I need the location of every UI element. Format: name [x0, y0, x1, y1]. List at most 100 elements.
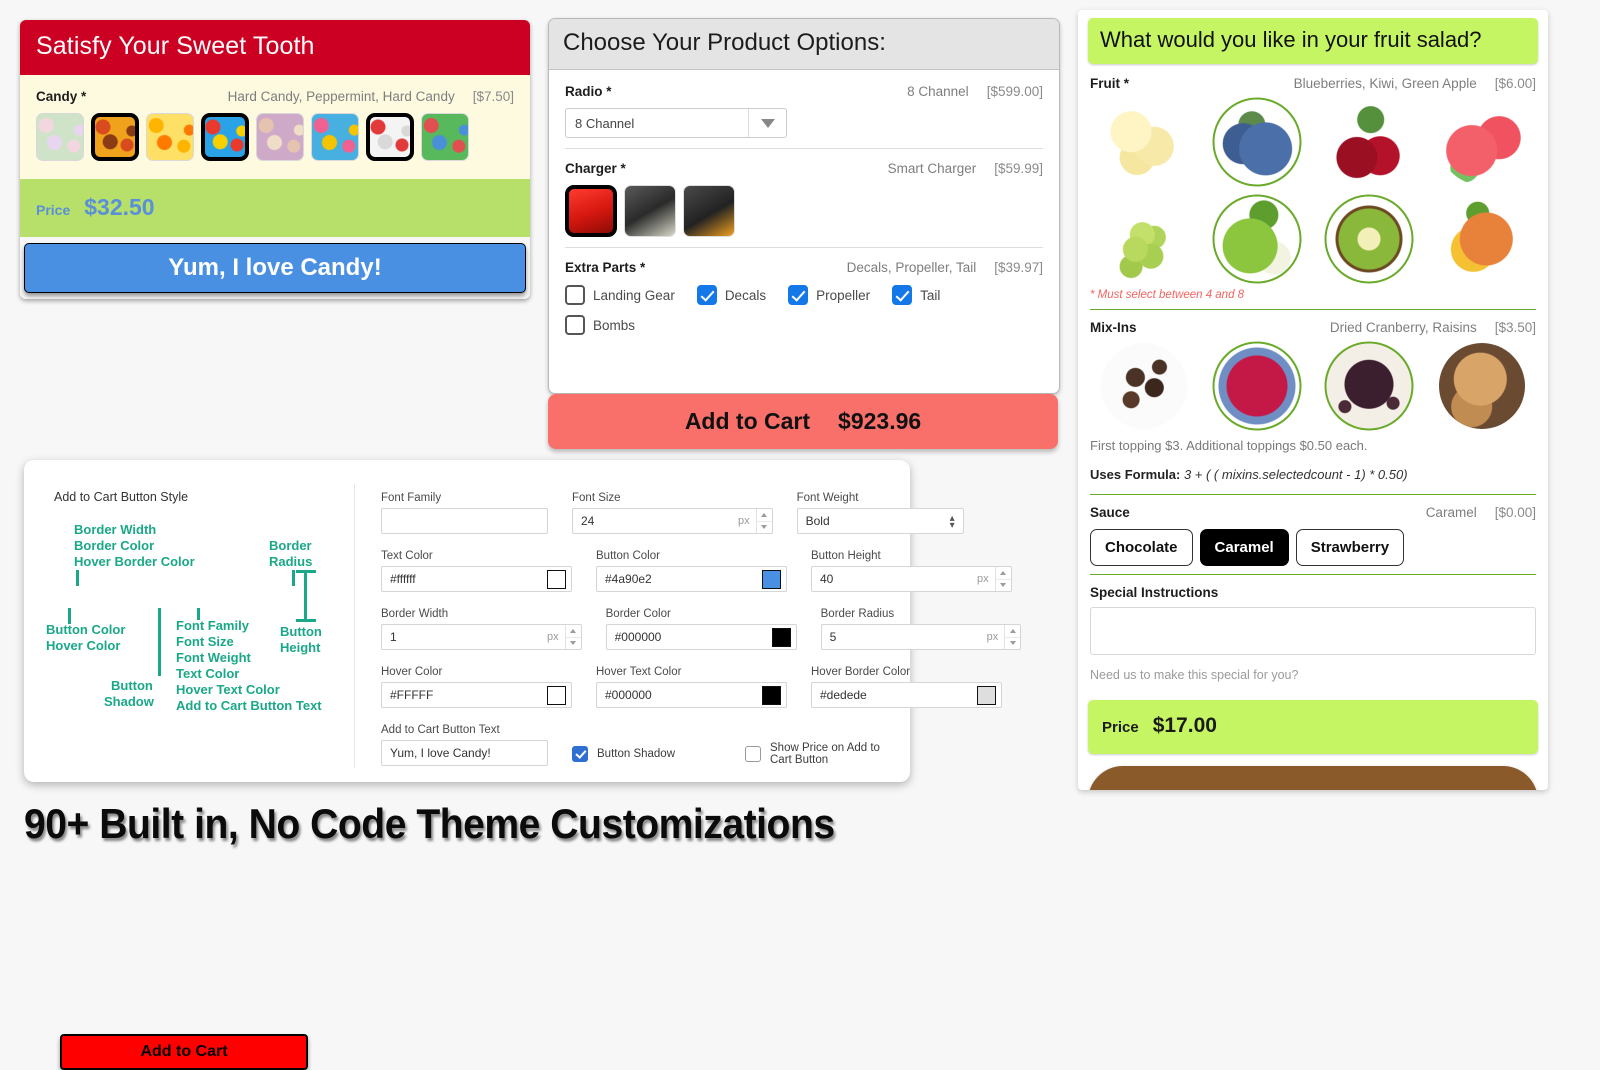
- fruit-selection: Blueberries, Kiwi, Green Apple: [1293, 76, 1477, 91]
- mixin-option-almonds[interactable]: [1428, 339, 1537, 432]
- extra-part-landing-gear[interactable]: Landing Gear: [565, 285, 697, 305]
- charger-swatch-grey-box-charger[interactable]: [683, 185, 735, 237]
- candy-add-to-cart-button[interactable]: Yum, I love Candy!: [24, 243, 526, 293]
- tick-radius: [292, 570, 295, 586]
- candy-product-panel: Satisfy Your Sweet Tooth Candy * Hard Ca…: [20, 20, 530, 299]
- fruit-option-cherries[interactable]: [1315, 95, 1424, 188]
- checkbox-icon[interactable]: [565, 285, 585, 305]
- button-height-stepper[interactable]: [994, 567, 1011, 591]
- charger-swatch-red-smart-charger[interactable]: [565, 185, 617, 237]
- extra-parts-checkbox-row-1: Landing Gear Decals Propeller Tail: [565, 285, 1043, 305]
- mixins-image-grid: [1090, 339, 1536, 432]
- hover-border-color-swatch[interactable]: [977, 685, 996, 705]
- show-price-toggle[interactable]: Show Price on Add to Cart Button: [745, 741, 894, 766]
- hover-border-color-field: Hover Border Color: [811, 666, 1002, 708]
- candy-swatch-sour-straws-candy[interactable]: [421, 113, 469, 161]
- radio-price: [$599.00]: [986, 84, 1043, 99]
- candy-swatch-soft-gummy-candy[interactable]: [256, 113, 304, 161]
- checkbox-icon[interactable]: [892, 285, 913, 305]
- fruit-option-green-apple[interactable]: [1203, 192, 1312, 285]
- hover-color-swatch[interactable]: [547, 685, 566, 705]
- candy-swatch-peppermint-candy-canes[interactable]: [366, 113, 414, 161]
- sauce-button-chocolate[interactable]: Chocolate: [1090, 529, 1193, 566]
- fruit-option-banana-slices[interactable]: [1090, 95, 1199, 188]
- border-color-input[interactable]: [606, 629, 772, 645]
- sauce-button-strawberry[interactable]: Strawberry: [1295, 529, 1405, 566]
- candy-swatch-mixed-small-candy[interactable]: [311, 113, 359, 161]
- product-add-to-cart-button[interactable]: Add to Cart $923.96: [548, 394, 1058, 449]
- border-radius-input[interactable]: [821, 629, 987, 645]
- sauce-button-caramel[interactable]: Caramel: [1199, 529, 1289, 566]
- hover-border-color-label: Hover Border Color: [811, 666, 911, 678]
- extra-part-decals[interactable]: Decals: [696, 285, 788, 305]
- border-radius-stepper[interactable]: [1004, 625, 1021, 649]
- annotation-button-color: Button Color: [46, 622, 126, 637]
- button-shadow-toggle[interactable]: Button Shadow: [572, 741, 721, 766]
- text-color-input[interactable]: [382, 571, 547, 587]
- fruit-option-green-grapes[interactable]: [1090, 192, 1199, 285]
- candy-swatch-candy-corn[interactable]: [146, 113, 194, 161]
- fruit-option-watermelon[interactable]: [1428, 95, 1537, 188]
- fruit-price-label: Price: [1102, 719, 1139, 736]
- radio-select[interactable]: 8 Channel: [565, 108, 787, 138]
- button-style-editor-panel: Add to Cart Button Style Border Width Bo…: [24, 460, 1022, 1070]
- show-price-checkbox[interactable]: [745, 745, 761, 762]
- font-size-label: Font Size: [572, 492, 621, 504]
- font-family-input[interactable]: [382, 513, 547, 529]
- candy-panel-body: Candy * Hard Candy, Peppermint, Hard Can…: [20, 75, 530, 179]
- extra-part-label: Bombs: [593, 317, 636, 333]
- button-color-label: Button Color: [596, 550, 660, 562]
- candy-swatch-assorted-wrapped-candy[interactable]: [91, 113, 139, 161]
- candy-swatch-list: [36, 113, 514, 161]
- candy-option-label: Candy *: [36, 89, 87, 104]
- checkbox-icon[interactable]: [565, 315, 585, 335]
- font-size-unit: px: [738, 515, 750, 527]
- mixin-option-dried-cranberry[interactable]: [1203, 339, 1312, 432]
- fruit-option-mango[interactable]: [1428, 192, 1537, 285]
- font-size-stepper[interactable]: [755, 509, 772, 533]
- font-size-input[interactable]: [573, 513, 738, 529]
- hover-color-input[interactable]: [382, 687, 547, 703]
- style-fields-area: Font Family Font Size px Font Weight ▴▾: [354, 484, 1022, 768]
- fruit-add-to-cart-button[interactable]: Add to Cart & Be Healthy: [1088, 766, 1538, 790]
- border-color-swatch[interactable]: [771, 627, 791, 647]
- selection-ring: [1324, 341, 1414, 430]
- text-color-field: Text Color: [381, 550, 572, 592]
- fruit-option-kiwi[interactable]: [1315, 192, 1424, 285]
- style-field-row-5: Add to Cart Button Text Button Shadow Sh…: [381, 724, 894, 766]
- charger-selection: Smart Charger: [887, 161, 977, 176]
- extra-part-propeller[interactable]: Propeller: [788, 285, 892, 305]
- border-width-stepper[interactable]: [564, 625, 581, 649]
- mixin-option-raisins[interactable]: [1315, 339, 1424, 432]
- candy-option-header: Candy * Hard Candy, Peppermint, Hard Can…: [36, 89, 514, 104]
- mixin-option-chocolate-chips[interactable]: [1090, 339, 1199, 432]
- button-color-swatch[interactable]: [762, 569, 781, 589]
- special-instructions-input[interactable]: [1090, 607, 1536, 655]
- border-width-input[interactable]: [382, 629, 547, 645]
- candy-swatch-pastel-mix-candy[interactable]: [36, 113, 84, 161]
- extra-part-bombs[interactable]: Bombs: [565, 315, 657, 335]
- checkbox-icon[interactable]: [696, 285, 717, 305]
- button-color-input[interactable]: [597, 571, 762, 587]
- candy-price-label: Price: [36, 202, 71, 218]
- button-height-input[interactable]: [812, 571, 977, 587]
- mixins-label: Mix-Ins: [1090, 320, 1137, 335]
- extra-part-tail[interactable]: Tail: [892, 285, 962, 305]
- add-to-cart-text-input[interactable]: [382, 745, 547, 761]
- candy-option-price: [$7.50]: [472, 89, 514, 104]
- tick-button-shadow: [158, 608, 161, 676]
- checkbox-icon[interactable]: [788, 285, 809, 305]
- fruit-option-blueberries[interactable]: [1203, 95, 1312, 188]
- font-weight-select[interactable]: [797, 513, 963, 529]
- hover-text-color-swatch[interactable]: [762, 685, 781, 705]
- charger-swatch-black-dial-charger[interactable]: [624, 185, 676, 237]
- hover-border-color-input[interactable]: [812, 687, 977, 703]
- candy-swatch-rainbow-sprinkle-candy[interactable]: [201, 113, 249, 161]
- mixins-option-header: Mix-Ins Dried Cranberry, Raisins [$3.50]: [1090, 320, 1536, 335]
- hover-text-color-input[interactable]: [597, 687, 762, 703]
- button-shadow-checkbox[interactable]: [572, 745, 588, 762]
- style-preview-add-to-cart-button[interactable]: Add to Cart: [60, 1034, 308, 1070]
- text-color-swatch[interactable]: [547, 569, 566, 589]
- annotation-border-color: Border Color: [74, 538, 155, 553]
- page-headline: 90+ Built in, No Code Theme Customizatio…: [24, 800, 835, 847]
